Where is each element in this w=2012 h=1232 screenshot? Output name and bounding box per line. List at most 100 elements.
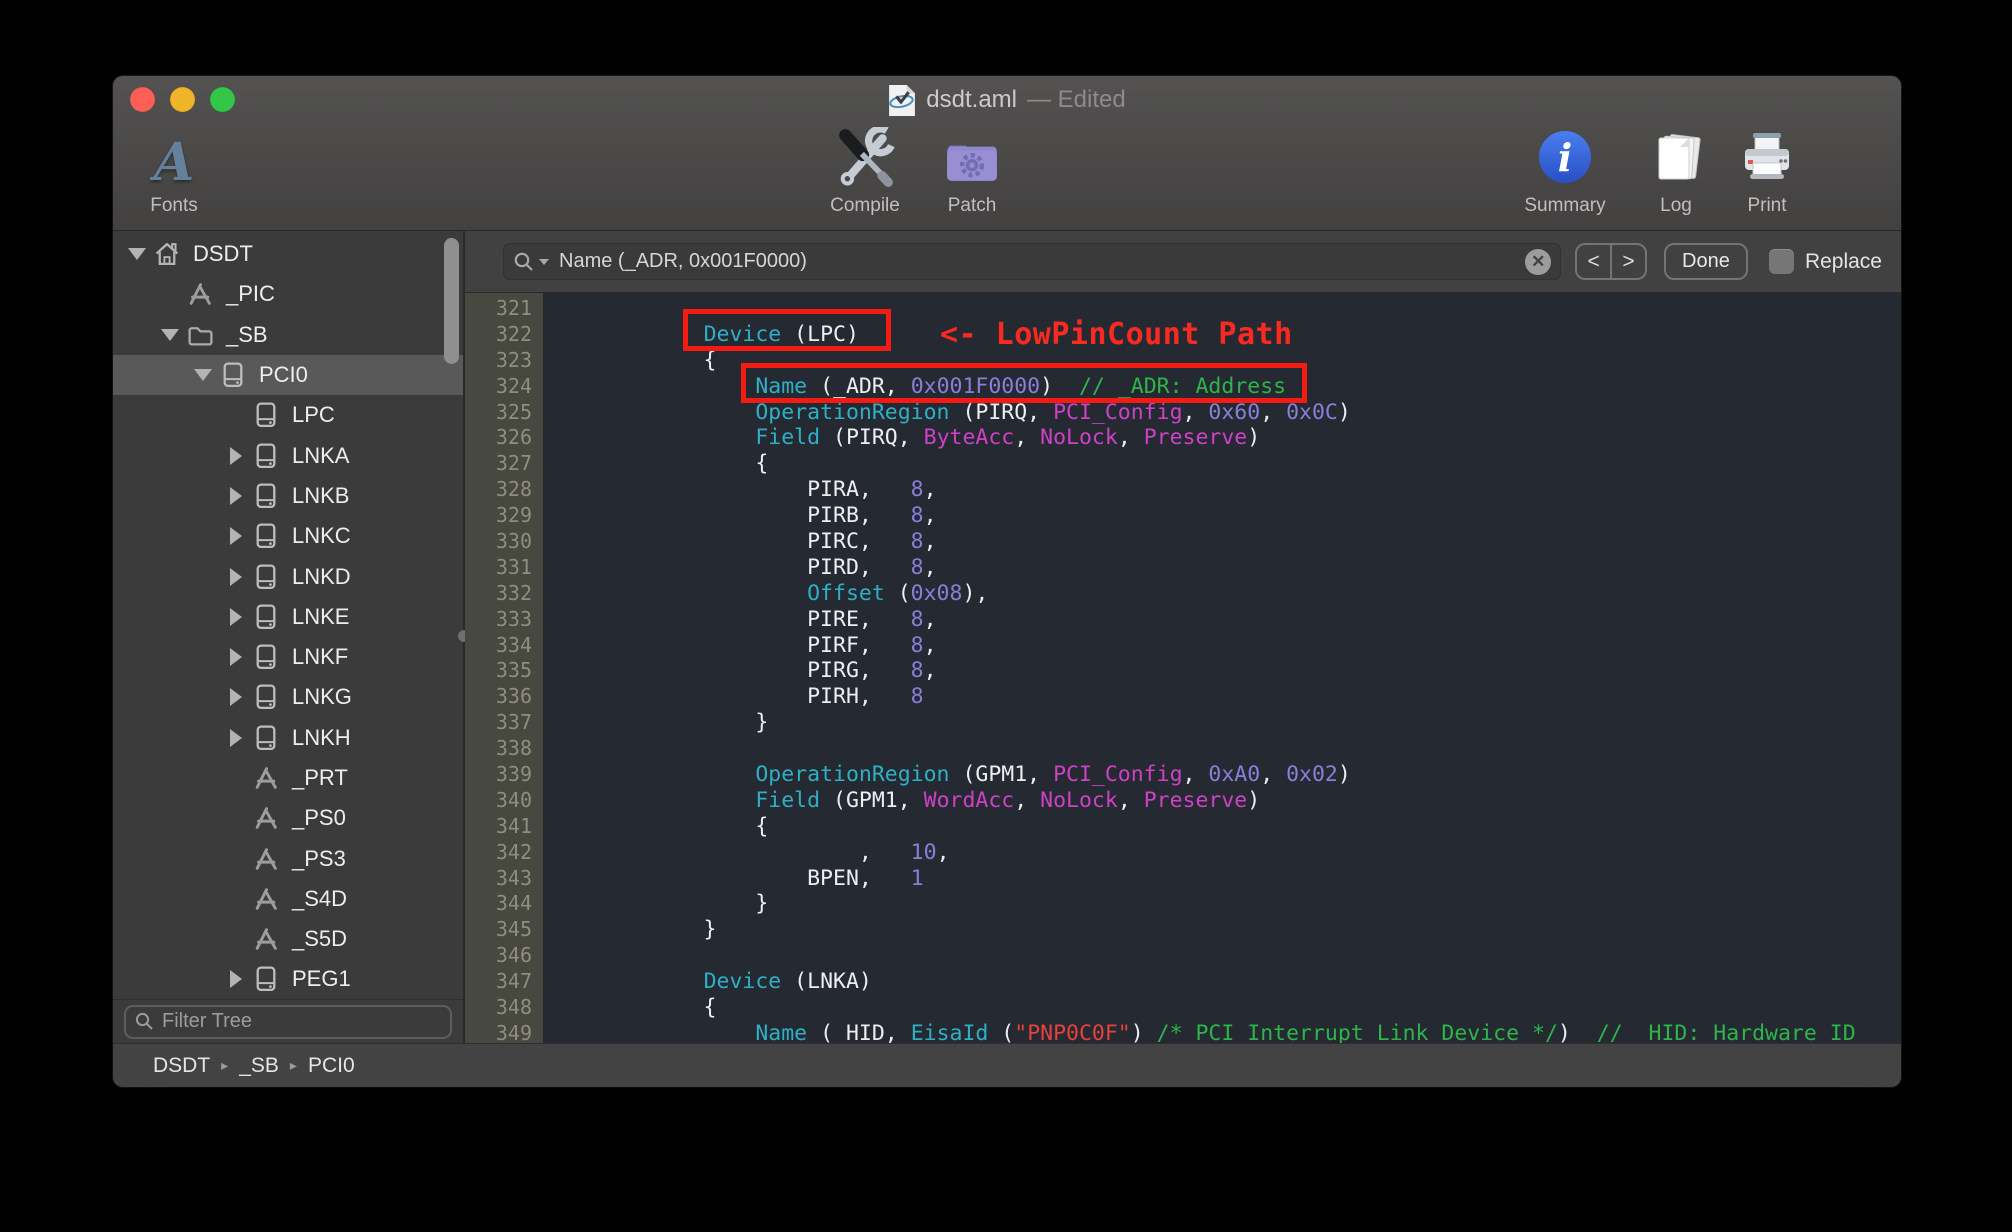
disclosure-triangle[interactable] — [187, 369, 219, 382]
find-query-input[interactable] — [559, 250, 1522, 273]
tree-item-s5d[interactable]: _S5D — [113, 919, 463, 959]
filter-tree-input[interactable] — [162, 1010, 441, 1033]
code-editor[interactable]: 321 322 Device (LPC) 323 {324 Name (_ADR, … — [465, 293, 1901, 1043]
find-bar: ✕ < > Done Replace — [465, 231, 1901, 293]
tree-item-label: _SB — [226, 321, 268, 347]
log-label: Log — [1660, 195, 1692, 216]
line-number: 322 — [495, 321, 532, 346]
fonts-icon: A — [153, 132, 195, 193]
content-area: DSDT _PIC _SB PCI0 LPC LNKA LNKB LNKC LNKD LNKE LN… — [113, 231, 1901, 1043]
code-line: 346 — [465, 943, 1901, 969]
disclosure-triangle[interactable] — [220, 567, 252, 586]
done-button[interactable]: Done — [1663, 243, 1748, 280]
breadcrumb: DSDT ▸ _SB ▸ PCI0 — [153, 1054, 355, 1078]
search-scope-icon — [513, 251, 535, 273]
method-icon — [252, 764, 280, 792]
device-icon — [252, 522, 280, 550]
breadcrumb-item-dsdt[interactable]: DSDT — [153, 1054, 210, 1078]
annotation-box-name-adr — [741, 363, 1307, 403]
find-next-button[interactable]: > — [1610, 245, 1645, 278]
sidebar-scrollbar-thumb[interactable] — [444, 238, 459, 364]
log-button[interactable]: Log — [1641, 128, 1711, 217]
replace-checkbox[interactable] — [1768, 249, 1794, 274]
tree-item-s4d[interactable]: _S4D — [113, 879, 463, 919]
code-line: 328 PIRA, 8, — [465, 477, 1901, 503]
disclosure-triangle[interactable] — [220, 527, 252, 546]
disclosure-triangle[interactable] — [220, 486, 252, 505]
disclosure-triangle[interactable] — [220, 446, 252, 465]
find-previous-button[interactable]: < — [1577, 245, 1610, 278]
tree-item-lnkc[interactable]: LNKC — [113, 516, 463, 556]
tree-item-lnkb[interactable]: LNKB — [113, 476, 463, 516]
tree-item-ps3[interactable]: _PS3 — [113, 838, 463, 878]
tree-item-sb[interactable]: _SB — [113, 315, 463, 355]
code-text: PIRF, 8, — [600, 632, 937, 658]
search-menu-chevron-icon[interactable] — [539, 258, 549, 265]
tree-item-lpc[interactable]: LPC — [113, 395, 463, 435]
fonts-label: Fonts — [150, 195, 198, 216]
tree-item-lnka[interactable]: LNKA — [113, 435, 463, 475]
code-text: Device (LNKA) — [703, 969, 872, 995]
disclosure-triangle[interactable] — [121, 248, 153, 261]
device-icon — [252, 643, 280, 671]
code-text: Field (PIRQ, ByteAcc, NoLock, Preserve) — [755, 425, 1261, 451]
tree-item-lnkf[interactable]: LNKF — [113, 637, 463, 677]
tree-item-ps0[interactable]: _PS0 — [113, 798, 463, 838]
disclosure-triangle[interactable] — [220, 607, 252, 626]
tree-item-peg1[interactable]: PEG1 — [113, 959, 463, 999]
disclosure-triangle[interactable] — [220, 728, 252, 747]
tree-item-pci0[interactable]: PCI0 — [113, 354, 463, 396]
code-line: 341 { — [465, 814, 1901, 840]
disclosure-triangle[interactable] — [154, 328, 186, 341]
line-number: 327 — [495, 451, 532, 476]
patch-label: Patch — [947, 195, 997, 216]
tree-item-label: LNKC — [292, 523, 351, 549]
tree-item-label: _PS0 — [292, 805, 346, 831]
tree-item-lnkg[interactable]: LNKG — [113, 677, 463, 717]
code-text: { — [600, 347, 717, 373]
tree-item-prt[interactable]: _PRT — [113, 758, 463, 798]
line-number: 335 — [495, 658, 532, 683]
tree-item-dsdt[interactable]: DSDT — [113, 234, 463, 274]
breadcrumb-item-sb[interactable]: _SB — [239, 1054, 279, 1078]
tree-item-lnke[interactable]: LNKE — [113, 597, 463, 637]
code-text: Name (_HID, EisaId ("PNP0C0F") /* PCI In… — [755, 1020, 1856, 1043]
tree-item-label: _PIC — [226, 281, 275, 307]
line-number: 342 — [495, 839, 532, 864]
window-title: dsdt.aml — Edited — [113, 76, 1901, 124]
tree-item-pic[interactable]: _PIC — [113, 274, 463, 314]
code-text: PIRB, 8, — [600, 503, 937, 529]
disclosure-triangle[interactable] — [220, 648, 252, 667]
breadcrumb-item-pci0[interactable]: PCI0 — [308, 1054, 355, 1078]
code-text: } — [600, 917, 717, 943]
app-window: dsdt.aml — Edited A Fonts Compile Patch … — [113, 76, 1901, 1087]
tree-item-lnkd[interactable]: LNKD — [113, 556, 463, 596]
method-icon — [186, 280, 214, 308]
find-field[interactable]: ✕ — [503, 243, 1562, 280]
code-line: 330 PIRC, 8, — [465, 529, 1901, 555]
code-line: 337 } — [465, 710, 1901, 736]
disclosure-triangle[interactable] — [220, 970, 252, 989]
clear-search-button[interactable]: ✕ — [1525, 248, 1552, 275]
compile-icon — [835, 125, 895, 192]
code-line: 331 PIRD, 8, — [465, 555, 1901, 581]
method-icon — [252, 804, 280, 832]
line-number: 344 — [495, 891, 532, 916]
code-text: PIRA, 8, — [600, 477, 937, 503]
compile-button[interactable]: Compile — [813, 125, 917, 217]
code-text: PIRE, 8, — [600, 606, 937, 632]
summary-button[interactable]: i Summary — [1511, 128, 1619, 217]
line-number: 334 — [495, 632, 532, 657]
disclosure-triangle[interactable] — [220, 688, 252, 707]
line-number: 333 — [495, 606, 532, 631]
fonts-button[interactable]: A Fonts — [131, 128, 217, 217]
patch-button[interactable]: Patch — [927, 128, 1017, 217]
tree-item-label: LNKE — [292, 603, 350, 629]
replace-label: Replace — [1804, 249, 1882, 273]
tree-item-lnkh[interactable]: LNKH — [113, 718, 463, 758]
print-button[interactable]: Print — [1731, 128, 1803, 217]
filter-tree-field[interactable] — [124, 1004, 452, 1039]
summary-label: Summary — [1524, 195, 1606, 216]
